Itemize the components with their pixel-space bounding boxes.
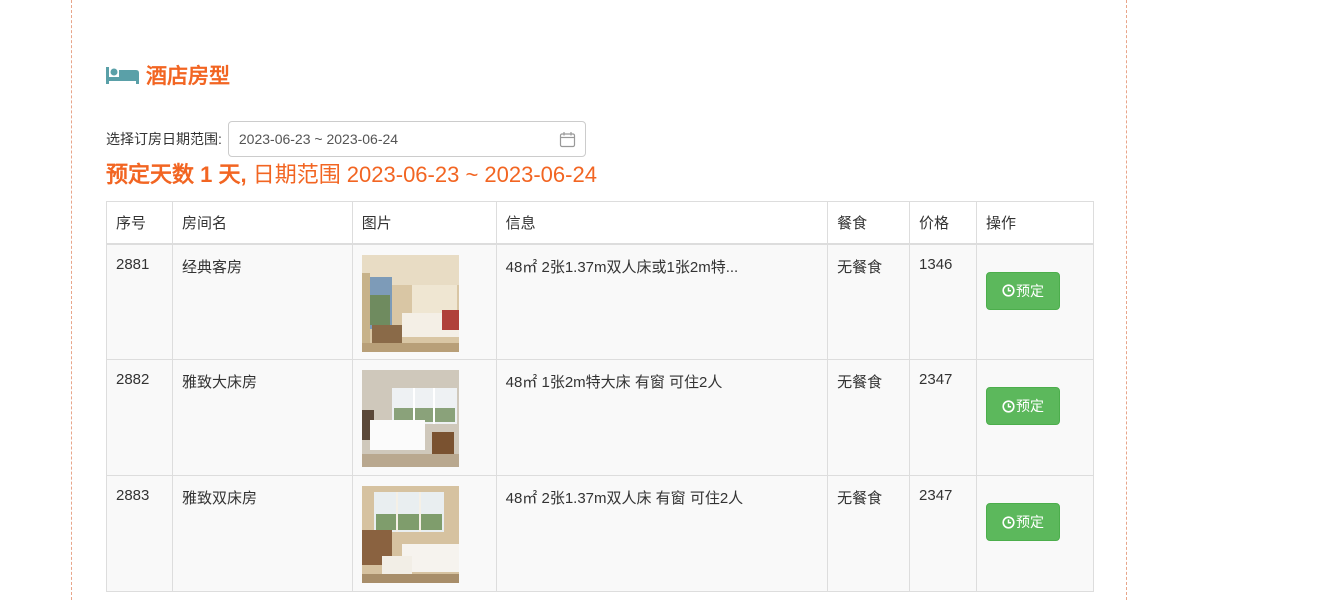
room-name: 雅致大床房 [171,359,353,476]
room-photo[interactable] [361,254,459,352]
room-price: 2347 [909,359,977,476]
room-photo[interactable] [361,370,459,467]
room-price: 2347 [909,475,977,592]
table-row: 2881 经典客房 48㎡ 2张1.37m双人床或1张2m特... 无餐食 13… [106,243,1094,360]
room-price: 1346 [909,243,977,360]
header-info: 信息 [495,201,829,245]
book-button[interactable]: 预定 [986,503,1060,541]
room-meal: 无餐食 [827,359,911,476]
room-meal: 无餐食 [827,243,911,360]
book-button-label: 预定 [1016,282,1044,299]
header-name: 房间名 [171,201,353,245]
room-info: 48㎡ 2张1.37m双人床或1张2m特... [495,243,829,360]
header-price: 价格 [909,201,977,245]
room-name: 雅致双床房 [171,475,353,592]
header-action: 操作 [976,201,1094,245]
room-info: 48㎡ 1张2m特大床 有窗 可住2人 [495,359,829,476]
room-action-cell: 预定 [976,475,1094,592]
header-id: 序号 [106,201,173,245]
date-range-value: 2023-06-23 ~ 2023-06-24 [238,131,399,147]
room-image-cell [351,475,497,592]
booking-range: 日期范围 2023-06-23 ~ 2023-06-24 [246,162,597,187]
section-header: 酒店房型 [106,60,230,90]
date-range-label: 选择订房日期范围: [106,131,222,147]
room-meal: 无餐食 [827,475,911,592]
book-button[interactable]: 预定 [986,387,1060,425]
room-image-cell [351,359,497,476]
clock-icon [1002,399,1015,413]
room-photo[interactable] [361,486,459,583]
table-header-row: 序号 房间名 图片 信息 餐食 价格 操作 [106,201,1094,245]
room-image-cell [351,243,497,360]
header-meal: 餐食 [827,201,911,245]
room-info: 48㎡ 2张1.37m双人床 有窗 可住2人 [495,475,829,592]
booking-days: 预定天数 1 天, [106,162,247,187]
bed-icon [106,64,140,86]
date-filter: 选择订房日期范围: 2023-06-23 ~ 2023-06-24 [106,120,586,158]
book-button[interactable]: 预定 [986,271,1060,310]
room-action-cell: 预定 [976,359,1094,476]
room-id: 2883 [106,475,173,592]
book-button-label: 预定 [1016,398,1044,414]
booking-summary: 预定天数 1 天, 日期范围 2023-06-23 ~ 2023-06-24 [106,158,597,188]
clock-icon [1002,515,1015,529]
room-id: 2881 [106,243,173,360]
room-action-cell: 预定 [976,243,1094,360]
room-id: 2882 [106,359,173,476]
table-row: 2883 雅致双床房 48㎡ 2张1.37m双人床 有窗 可住2人 无餐食 23… [106,475,1094,592]
book-button-label: 预定 [1016,514,1044,530]
table-row: 2882 雅致大床房 48㎡ 1张2m特大床 有窗 可住2人 无餐食 2347 [106,359,1094,476]
room-name: 经典客房 [171,243,353,360]
calendar-icon[interactable] [559,131,576,148]
clock-icon [1002,284,1015,297]
room-table: 序号 房间名 图片 信息 餐食 价格 操作 2881 经典客房 48㎡ 2张1.… [106,201,1094,592]
header-image: 图片 [351,201,497,245]
date-range-input[interactable]: 2023-06-23 ~ 2023-06-24 [227,121,586,157]
section-title: 酒店房型 [146,65,230,88]
